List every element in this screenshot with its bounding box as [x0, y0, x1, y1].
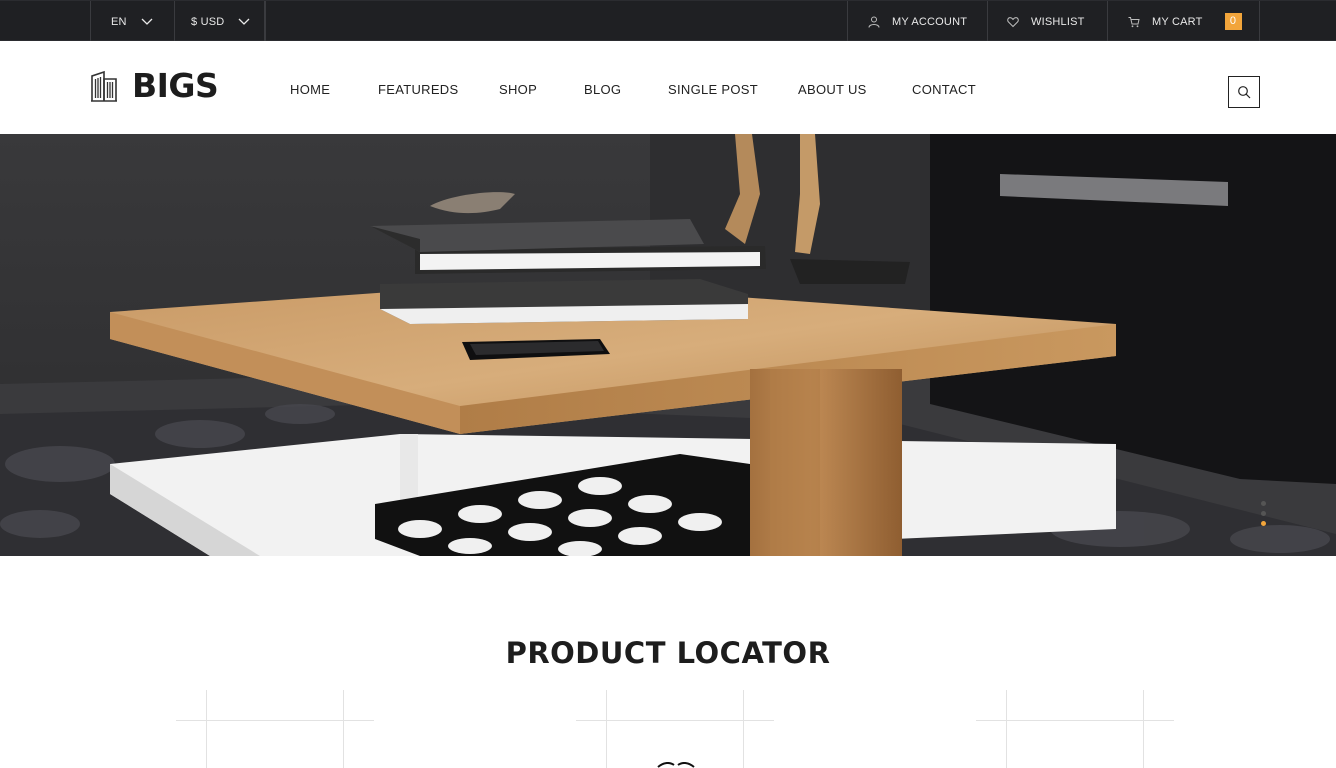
locator-card[interactable] [976, 690, 1176, 768]
chevron-down-icon [141, 18, 153, 25]
my-cart-label: MY CART [1152, 15, 1203, 28]
chevron-down-icon [238, 18, 250, 25]
grid-line [206, 690, 207, 768]
heart-icon [1007, 16, 1019, 27]
nav-contact[interactable]: CONTACT [912, 82, 976, 97]
language-selector[interactable]: EN [90, 1, 174, 42]
grid-line [1143, 690, 1144, 768]
hero-slider[interactable] [0, 134, 1336, 556]
top-bar: EN $ USD MY ACCOUNT WISHLIST MY CART 0 [0, 0, 1336, 42]
logo-text: BIGS [132, 66, 219, 105]
slider-dot[interactable] [1261, 511, 1266, 516]
divider [264, 1, 266, 42]
nav-featureds[interactable]: FEATUREDS [378, 82, 458, 97]
hero-image [0, 134, 1336, 556]
grid-line [606, 690, 607, 768]
slider-dot[interactable] [1261, 501, 1266, 506]
my-account-label: MY ACCOUNT [892, 15, 968, 28]
locator-card[interactable] [576, 690, 776, 768]
site-header: BIGS HOME FEATUREDS SHOP BLOG SINGLE POS… [0, 41, 1336, 134]
nav-single-post[interactable]: SINGLE POST [668, 82, 758, 97]
wishlist-label: WISHLIST [1031, 15, 1085, 28]
nav-blog[interactable]: BLOG [584, 82, 621, 97]
cart-icon [1128, 16, 1140, 27]
user-icon [868, 16, 880, 28]
grid-line [1006, 690, 1007, 768]
cart-count-badge: 0 [1224, 13, 1242, 30]
nav-about-us[interactable]: ABOUT US [798, 82, 867, 97]
currency-selector[interactable]: $ USD [174, 1, 264, 42]
wishlist-link[interactable]: WISHLIST [987, 1, 1107, 42]
site-logo[interactable]: BIGS [90, 66, 219, 105]
grid-line [343, 690, 344, 768]
section-title: PRODUCT LOCATOR [505, 636, 831, 670]
nav-home[interactable]: HOME [290, 82, 330, 97]
slider-dot-active[interactable] [1261, 521, 1266, 526]
language-label: EN [111, 15, 127, 28]
nav-shop[interactable]: SHOP [499, 82, 537, 97]
locator-icon [657, 762, 695, 768]
my-cart-link[interactable]: MY CART 0 [1107, 1, 1260, 42]
search-icon [1238, 86, 1251, 99]
locator-card[interactable] [176, 690, 376, 768]
grid-line [743, 690, 744, 768]
slider-dots [1261, 501, 1267, 531]
building-icon [91, 70, 117, 102]
currency-label: $ USD [191, 15, 225, 28]
search-button[interactable] [1228, 76, 1260, 108]
my-account-link[interactable]: MY ACCOUNT [847, 1, 987, 42]
